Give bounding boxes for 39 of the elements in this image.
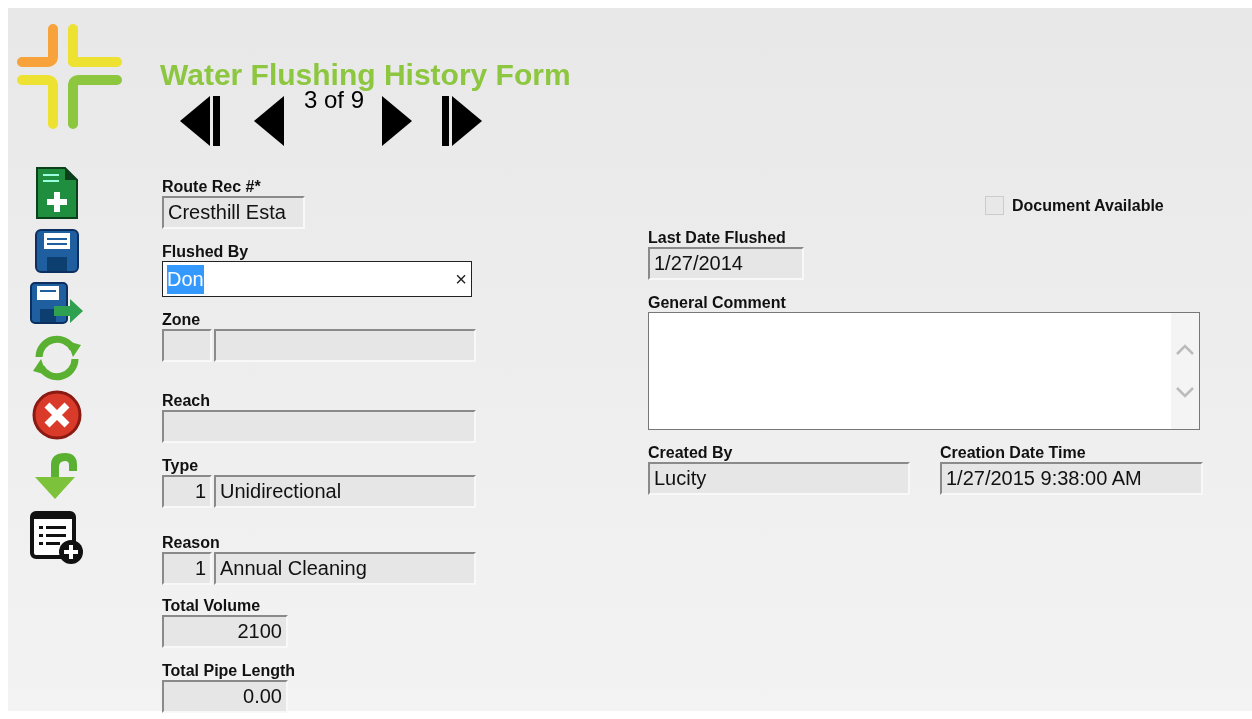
logo-icon <box>17 24 125 130</box>
description-field[interactable]: Unidirectional <box>214 475 476 508</box>
field-label: Total Pipe Length <box>162 662 297 680</box>
text-field[interactable] <box>162 410 476 443</box>
field-label: General Comment <box>648 294 787 312</box>
description-field[interactable] <box>214 329 476 362</box>
code-field[interactable] <box>162 329 212 362</box>
save-icon[interactable] <box>35 229 79 273</box>
number-field[interactable]: 2100 <box>162 615 288 648</box>
clear-button[interactable]: × <box>455 264 467 294</box>
previous-record-button[interactable] <box>254 96 284 146</box>
field-label: Route Rec #* <box>162 178 262 196</box>
number-field[interactable]: 0.00 <box>162 680 288 713</box>
date-time-field[interactable]: 1/27/2015 9:38:00 AM <box>940 462 1203 495</box>
field-label: Last Date Flushed <box>648 229 787 247</box>
field-label: Created By <box>648 444 734 462</box>
checkbox-label: Document Available <box>1012 196 1164 215</box>
input-field[interactable]: Don × <box>162 261 472 297</box>
field-label: Total Volume <box>162 597 262 615</box>
field-label: Flushed By <box>162 243 250 261</box>
code-field[interactable]: 1 <box>162 552 212 585</box>
text-field[interactable]: Lucity <box>648 462 910 495</box>
text-field[interactable]: Cresthill Esta <box>162 196 305 229</box>
field-label: Zone <box>162 311 202 329</box>
date-field[interactable]: 1/27/2014 <box>648 247 804 280</box>
description-field[interactable]: Annual Cleaning <box>214 552 476 585</box>
list-add-icon[interactable] <box>29 510 85 566</box>
new-record-icon[interactable] <box>35 166 79 220</box>
field-label: Type <box>162 457 200 475</box>
field-label: Reach <box>162 392 212 410</box>
cancel-icon[interactable] <box>32 390 82 440</box>
next-record-button[interactable] <box>382 96 413 146</box>
checkbox[interactable] <box>985 196 1004 215</box>
field-label: Reason <box>162 534 221 552</box>
first-record-button[interactable] <box>180 96 220 146</box>
save-and-exit-icon[interactable] <box>30 282 84 326</box>
last-record-button[interactable] <box>442 96 483 146</box>
code-field[interactable]: 1 <box>162 475 212 508</box>
field-label: Creation Date Time <box>940 444 1087 462</box>
